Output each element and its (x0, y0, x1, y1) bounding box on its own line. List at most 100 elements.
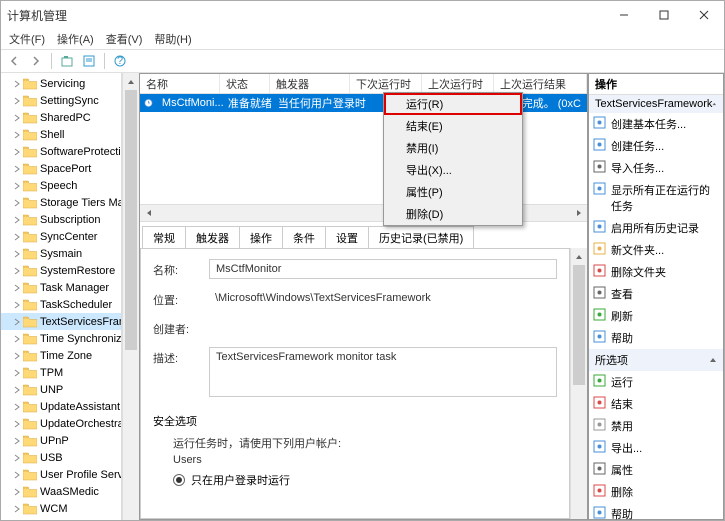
tree-item[interactable]: Storage Tiers Manager (1, 194, 121, 211)
action-item[interactable]: 帮助 (589, 327, 723, 349)
maximize-button[interactable] (644, 1, 684, 29)
security-subtext: 运行任务时，请使用下列用户帐户: (153, 435, 557, 451)
action-item[interactable]: 删除 (589, 481, 723, 503)
tree-item[interactable]: Sysmain (1, 245, 121, 262)
tree-item[interactable]: UpdateOrchestrator (1, 415, 121, 432)
tree-item[interactable]: SystemRestore (1, 262, 121, 279)
svg-text:?: ? (117, 55, 123, 67)
action-item[interactable]: 创建任务... (589, 135, 723, 157)
col-name[interactable]: 名称 (140, 74, 220, 93)
tree-item[interactable]: WCM (1, 500, 121, 517)
help-button[interactable]: ? (111, 52, 129, 70)
tree-item[interactable]: SharedPC (1, 109, 121, 126)
actions-pane: 操作 TextServicesFramework 创建基本任务...创建任务..… (588, 73, 724, 520)
action-icon (593, 264, 606, 277)
tree-item[interactable]: Speech (1, 177, 121, 194)
action-item[interactable]: 禁用 (589, 415, 723, 437)
properties-button[interactable] (80, 52, 98, 70)
action-item[interactable]: 查看 (589, 283, 723, 305)
ctx-end[interactable]: 结束(E) (384, 115, 522, 137)
action-item[interactable]: 显示所有正在运行的任务 (589, 179, 723, 217)
tree-scrollbar[interactable] (122, 73, 139, 520)
tree-item[interactable]: Time Synchronization (1, 330, 121, 347)
ctx-disable[interactable]: 禁用(I) (384, 137, 522, 159)
action-icon (593, 182, 606, 195)
chevron-up-icon (712, 100, 717, 108)
window-title: 计算机管理 (7, 7, 604, 24)
tree-item[interactable]: TPM (1, 364, 121, 381)
action-item[interactable]: 属性 (589, 459, 723, 481)
minimize-button[interactable] (604, 1, 644, 29)
menu-help[interactable]: 帮助(H) (150, 29, 195, 49)
action-item[interactable]: 运行 (589, 371, 723, 393)
tree-item[interactable]: Servicing (1, 75, 121, 92)
tree-item[interactable]: Subscription (1, 211, 121, 228)
ctx-export[interactable]: 导出(X)... (384, 159, 522, 181)
ctx-run[interactable]: 运行(R) (384, 93, 522, 115)
up-button[interactable] (58, 52, 76, 70)
tab-conditions[interactable]: 条件 (282, 226, 326, 248)
action-item[interactable]: 新文件夹... (589, 239, 723, 261)
tree-item[interactable]: Time Zone (1, 347, 121, 364)
menu-view[interactable]: 查看(V) (102, 29, 147, 49)
action-item[interactable]: 删除文件夹 (589, 261, 723, 283)
tab-history[interactable]: 历史记录(已禁用) (368, 226, 474, 248)
action-icon (593, 506, 606, 519)
tree-item[interactable]: TaskScheduler (1, 296, 121, 313)
detail-scrollbar[interactable] (570, 248, 587, 519)
action-icon (593, 396, 606, 409)
titlebar: 计算机管理 (1, 1, 724, 29)
tree-item[interactable]: SoftwareProtectionPlat (1, 143, 121, 160)
ctx-properties[interactable]: 属性(P) (384, 181, 522, 203)
tab-triggers[interactable]: 触发器 (185, 226, 240, 248)
tree-item[interactable]: Task Manager (1, 279, 121, 296)
tabs: 常规 触发器 操作 条件 设置 历史记录(已禁用) (140, 226, 587, 248)
tree-item[interactable]: User Profile Service (1, 466, 121, 483)
context-menu: 运行(R) 结束(E) 禁用(I) 导出(X)... 属性(P) 删除(D) (383, 92, 523, 226)
action-item[interactable]: 启用所有历史记录 (589, 217, 723, 239)
col-next[interactable]: 下次运行时间 (350, 74, 422, 93)
action-item[interactable]: 创建基本任务... (589, 113, 723, 135)
tree-item[interactable]: TextServicesFramework (1, 313, 121, 330)
actions-group2-header[interactable]: 所选项 (589, 349, 723, 371)
col-last[interactable]: 上次运行时间 (422, 74, 494, 93)
actions-group1-header[interactable]: TextServicesFramework (589, 95, 723, 113)
col-trigger[interactable]: 触发器 (270, 74, 350, 93)
action-icon (593, 308, 606, 321)
tree-item[interactable]: UPnP (1, 432, 121, 449)
close-button[interactable] (684, 1, 724, 29)
tab-general[interactable]: 常规 (142, 226, 186, 248)
radio-logged-on[interactable]: 只在用户登录时运行 (153, 472, 557, 488)
action-item[interactable]: 导出... (589, 437, 723, 459)
ctx-delete[interactable]: 删除(D) (384, 203, 522, 225)
back-button[interactable] (5, 52, 23, 70)
action-item[interactable]: 帮助 (589, 503, 723, 520)
toolbar: ? (1, 49, 724, 73)
forward-button[interactable] (27, 52, 45, 70)
tree-item[interactable]: SettingSync (1, 92, 121, 109)
tab-settings[interactable]: 设置 (325, 226, 369, 248)
tree-item[interactable]: Shell (1, 126, 121, 143)
name-field[interactable]: MsCtfMonitor (209, 259, 557, 279)
action-item[interactable]: 结束 (589, 393, 723, 415)
chevron-up-icon (709, 356, 717, 364)
action-item[interactable]: 导入任务... (589, 157, 723, 179)
tree-item[interactable]: UpdateAssistant (1, 398, 121, 415)
tree-item[interactable]: WaaSMedic (1, 483, 121, 500)
tree-item[interactable]: SyncCenter (1, 228, 121, 245)
tree-item[interactable]: SpacePort (1, 160, 121, 177)
action-item[interactable]: 刷新 (589, 305, 723, 327)
tree-item[interactable]: WDI (1, 517, 121, 520)
menu-action[interactable]: 操作(A) (53, 29, 98, 49)
col-result[interactable]: 上次运行结果 (494, 74, 587, 93)
col-status[interactable]: 状态 (220, 74, 270, 93)
action-icon (593, 330, 606, 343)
menu-file[interactable]: 文件(F) (5, 29, 49, 49)
tree-item[interactable]: USB (1, 449, 121, 466)
description-field[interactable]: TextServicesFramework monitor task (209, 347, 557, 397)
tab-actions[interactable]: 操作 (239, 226, 283, 248)
action-icon (593, 374, 606, 387)
nav-tree[interactable]: ServicingSettingSyncSharedPCShellSoftwar… (1, 73, 122, 520)
menubar: 文件(F) 操作(A) 查看(V) 帮助(H) (1, 29, 724, 49)
tree-item[interactable]: UNP (1, 381, 121, 398)
